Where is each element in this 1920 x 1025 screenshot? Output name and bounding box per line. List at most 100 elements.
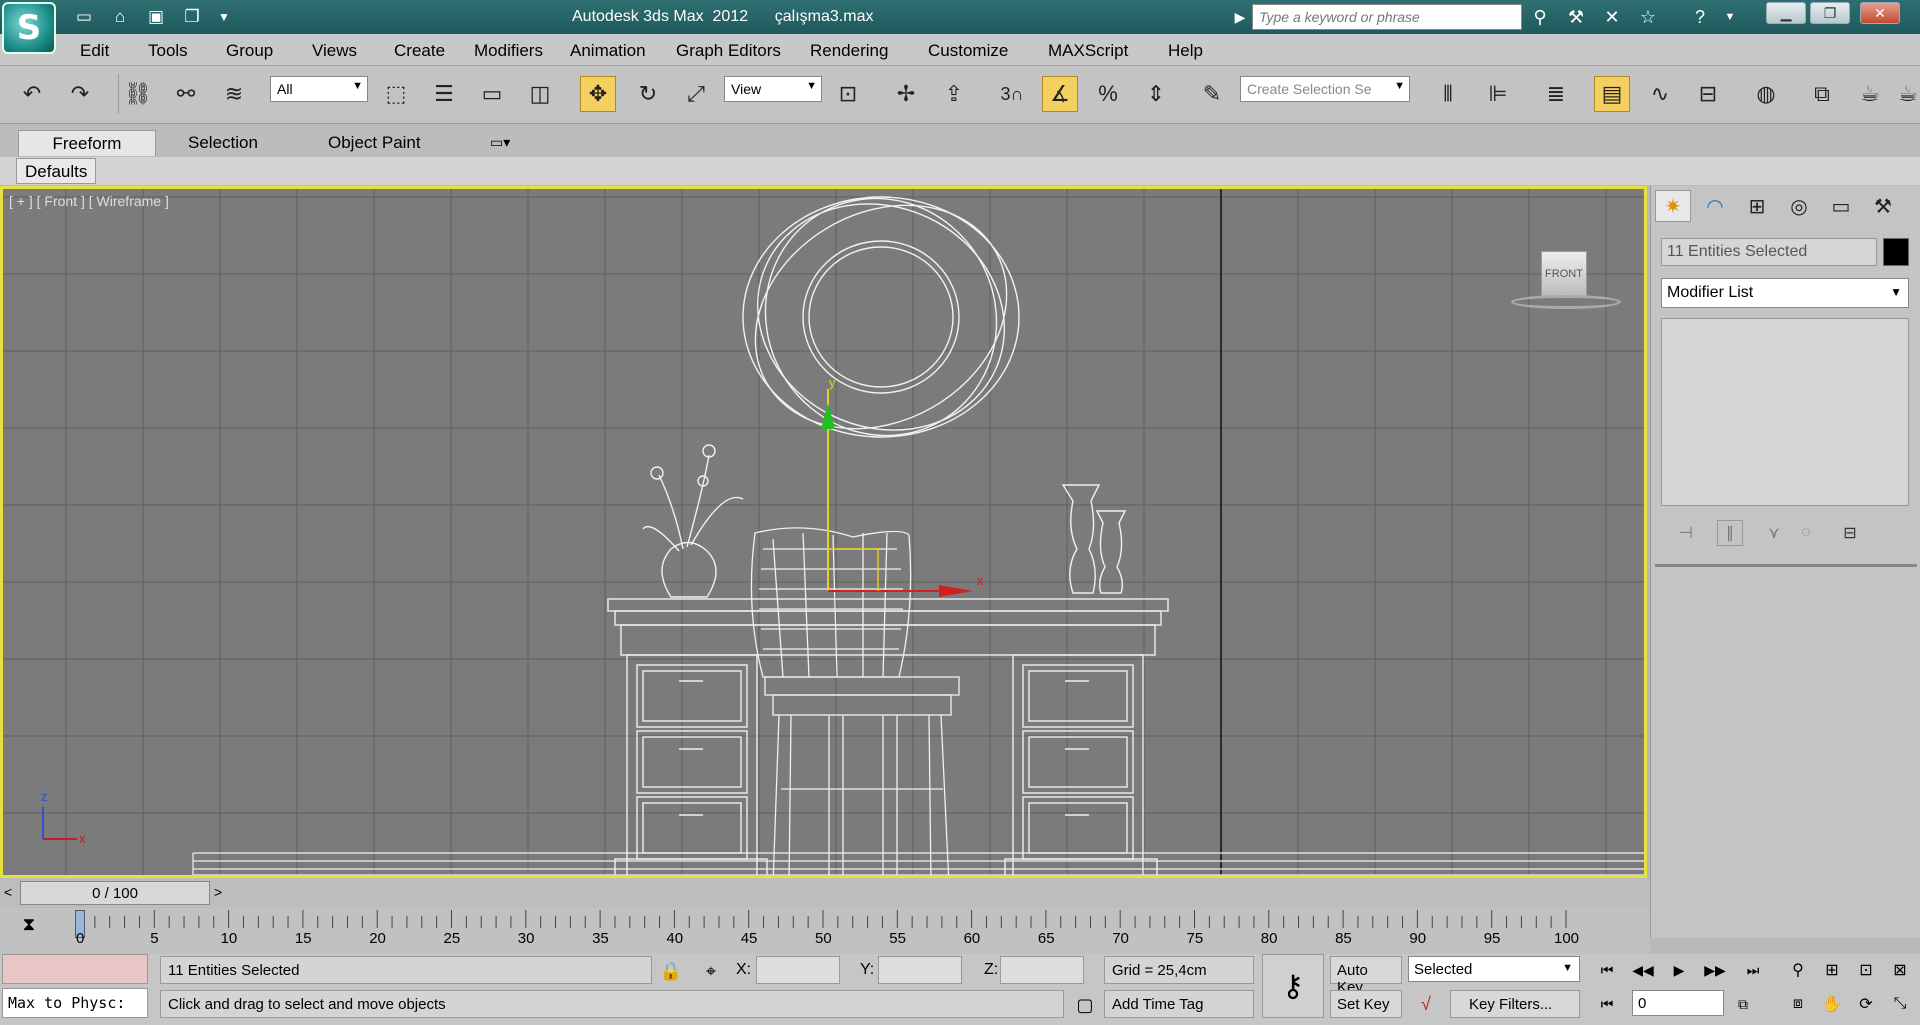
front-viewport[interactable]: y x z x [ + ] [ Front ] [ Wireframe ] FR… [0, 186, 1647, 878]
view-cube[interactable]: FRONT [1541, 251, 1587, 297]
mirror-icon[interactable]: ⫴ [1430, 76, 1466, 112]
menu-maxscript[interactable]: MAXScript [1048, 41, 1128, 61]
selection-filter-select[interactable]: All ▼ [270, 76, 368, 102]
menu-group[interactable]: Group [226, 41, 273, 61]
help-dropdown-icon[interactable]: ▼ [1716, 5, 1744, 29]
object-color-swatch[interactable] [1883, 238, 1909, 266]
mini-curve-editor-icon[interactable]: ⧗ [14, 912, 44, 936]
pivot-center-icon[interactable]: ⊡ [830, 76, 866, 112]
zoom-icon[interactable]: ⚲ [1784, 956, 1812, 984]
help-icon[interactable]: ? [1686, 5, 1714, 29]
time-slider-prev[interactable]: < [4, 884, 12, 900]
app-logo-icon[interactable]: S [2, 2, 56, 54]
object-name-field[interactable]: 11 Entities Selected [1661, 238, 1877, 266]
menu-animation[interactable]: Animation [570, 41, 646, 61]
modify-tab-icon[interactable]: ◠ [1697, 190, 1733, 222]
unlink-icon[interactable]: ⚯ [168, 76, 204, 112]
play-icon[interactable]: ▶ [1664, 956, 1694, 984]
select-and-rotate-icon[interactable]: ↻ [630, 76, 666, 112]
quick-render-icon[interactable]: ☕ [1896, 76, 1920, 112]
next-frame-icon[interactable]: ▶▶ [1700, 956, 1730, 984]
zoom-extents-all-icon[interactable]: ⊠ [1886, 956, 1914, 984]
modifier-stack[interactable] [1661, 318, 1909, 506]
add-time-tag-button[interactable]: Add Time Tag [1104, 990, 1254, 1018]
ribbon-options-icon[interactable]: ▭▾ [490, 134, 510, 151]
display-tab-icon[interactable]: ▭ [1823, 190, 1859, 222]
maximize-button[interactable]: ❐ [1810, 2, 1850, 24]
hierarchy-tab-icon[interactable]: ⊞ [1739, 190, 1775, 222]
tab-freeform[interactable]: Freeform [18, 130, 156, 156]
minimize-button[interactable]: ▁ [1766, 2, 1806, 24]
make-unique-icon[interactable]: ⋎ [1761, 520, 1787, 546]
x-coordinate-field[interactable] [756, 956, 840, 984]
view-cube-ring[interactable] [1511, 295, 1621, 309]
maximize-viewport-icon[interactable]: ⤡ [1886, 990, 1914, 1018]
menu-rendering[interactable]: Rendering [810, 41, 888, 61]
adaptive-degradation-icon[interactable]: ▢ [1072, 992, 1098, 1018]
zoom-extents-icon[interactable]: ⊡ [1852, 956, 1880, 984]
snaps-toggle-icon[interactable]: 3 ∩ [994, 76, 1030, 112]
y-coordinate-field[interactable] [878, 956, 962, 984]
lock-selection-icon[interactable]: 🔒 [658, 958, 684, 984]
motion-tab-icon[interactable]: ◎ [1781, 190, 1817, 222]
absolute-transform-icon[interactable]: ⌖ [698, 958, 724, 984]
remove-modifier-icon[interactable]: ◌ [1793, 520, 1819, 546]
viewport-label-menu[interactable]: [ + ] [ Front ] [ Wireframe ] [9, 193, 169, 209]
window-crossing-icon[interactable]: ◫ [522, 76, 558, 112]
bind-space-warp-icon[interactable]: ≋ [216, 76, 252, 112]
graphite-ribbon-icon[interactable]: ▤ [1594, 76, 1630, 112]
keyboard-shortcut-override-icon[interactable]: ⇪ [936, 76, 972, 112]
key-mode-toggle-icon[interactable]: ⏮ [1592, 990, 1622, 1018]
menu-views[interactable]: Views [312, 41, 357, 61]
tab-selection[interactable]: Selection [178, 130, 268, 156]
communication-icon[interactable]: ✕ [1598, 5, 1626, 29]
default-tangents-icon[interactable]: √ [1408, 990, 1444, 1018]
select-and-move-icon[interactable]: ✥ [580, 76, 616, 112]
curve-editor-icon[interactable]: ∿ [1642, 76, 1678, 112]
modifier-list-select[interactable]: Modifier List ▼ [1661, 278, 1909, 308]
set-key-button[interactable]: Set Key [1330, 990, 1402, 1018]
open-file-icon[interactable]: ⌂ [108, 5, 132, 29]
layer-manager-icon[interactable]: ≣ [1538, 76, 1574, 112]
search-input[interactable]: Type a keyword or phrase [1252, 4, 1522, 30]
key-mode-select[interactable]: Selected ▼ [1408, 956, 1580, 982]
time-slider-thumb[interactable]: 0 / 100 [20, 881, 210, 905]
redo-icon[interactable]: ↷ [62, 76, 98, 112]
time-configuration-icon[interactable]: ⧉ [1728, 990, 1758, 1018]
time-slider-next[interactable]: > [214, 884, 222, 900]
spinner-snap-icon[interactable]: ⇕ [1138, 76, 1174, 112]
pin-stack-icon[interactable]: ⊣ [1673, 520, 1699, 546]
rectangular-selection-icon[interactable]: ▭ [474, 76, 510, 112]
menu-edit[interactable]: Edit [80, 41, 109, 61]
set-keys-icon[interactable]: ⚷ [1262, 954, 1324, 1018]
pan-icon[interactable]: ✋ [1818, 990, 1846, 1018]
subscription-icon[interactable]: ⚒ [1562, 5, 1590, 29]
menu-graph-editors[interactable]: Graph Editors [676, 41, 781, 61]
favorites-star-icon[interactable]: ☆ [1634, 5, 1662, 29]
new-file-icon[interactable]: ▭ [72, 5, 96, 29]
orbit-icon[interactable]: ⟳ [1852, 990, 1880, 1018]
link-icon[interactable]: ⛓ [120, 76, 156, 112]
show-end-result-icon[interactable]: ∥ [1717, 520, 1743, 546]
current-frame-field[interactable]: 0 [1632, 990, 1724, 1016]
select-by-name-icon[interactable]: ☰ [426, 76, 462, 112]
binoculars-icon[interactable]: ⚲ [1526, 5, 1554, 29]
menu-create[interactable]: Create [394, 41, 445, 61]
percent-snap-icon[interactable]: % [1090, 76, 1126, 112]
project-folder-icon[interactable]: ❐ [180, 5, 204, 29]
align-icon[interactable]: ⊫ [1480, 76, 1516, 112]
utilities-tab-icon[interactable]: ⚒ [1865, 190, 1901, 222]
maxscript-output[interactable] [2, 954, 148, 984]
zoom-region-icon[interactable]: ⧈ [1784, 990, 1812, 1018]
schematic-view-icon[interactable]: ⊟ [1690, 76, 1726, 112]
undo-icon[interactable]: ↶ [14, 76, 50, 112]
go-to-start-icon[interactable]: ⏮ [1592, 956, 1622, 984]
configure-sets-icon[interactable]: ⊟ [1837, 520, 1863, 546]
zoom-all-icon[interactable]: ⊞ [1818, 956, 1846, 984]
manipulate-icon[interactable]: ✢ [888, 76, 924, 112]
tab-defaults[interactable]: Defaults [16, 158, 97, 184]
go-to-end-icon[interactable]: ⏭ [1738, 956, 1768, 984]
render-teapot-icon[interactable]: ☕ [1852, 76, 1888, 112]
expand-search-icon[interactable]: ▶ [1226, 5, 1254, 29]
tab-object-paint[interactable]: Object Paint [318, 130, 431, 156]
